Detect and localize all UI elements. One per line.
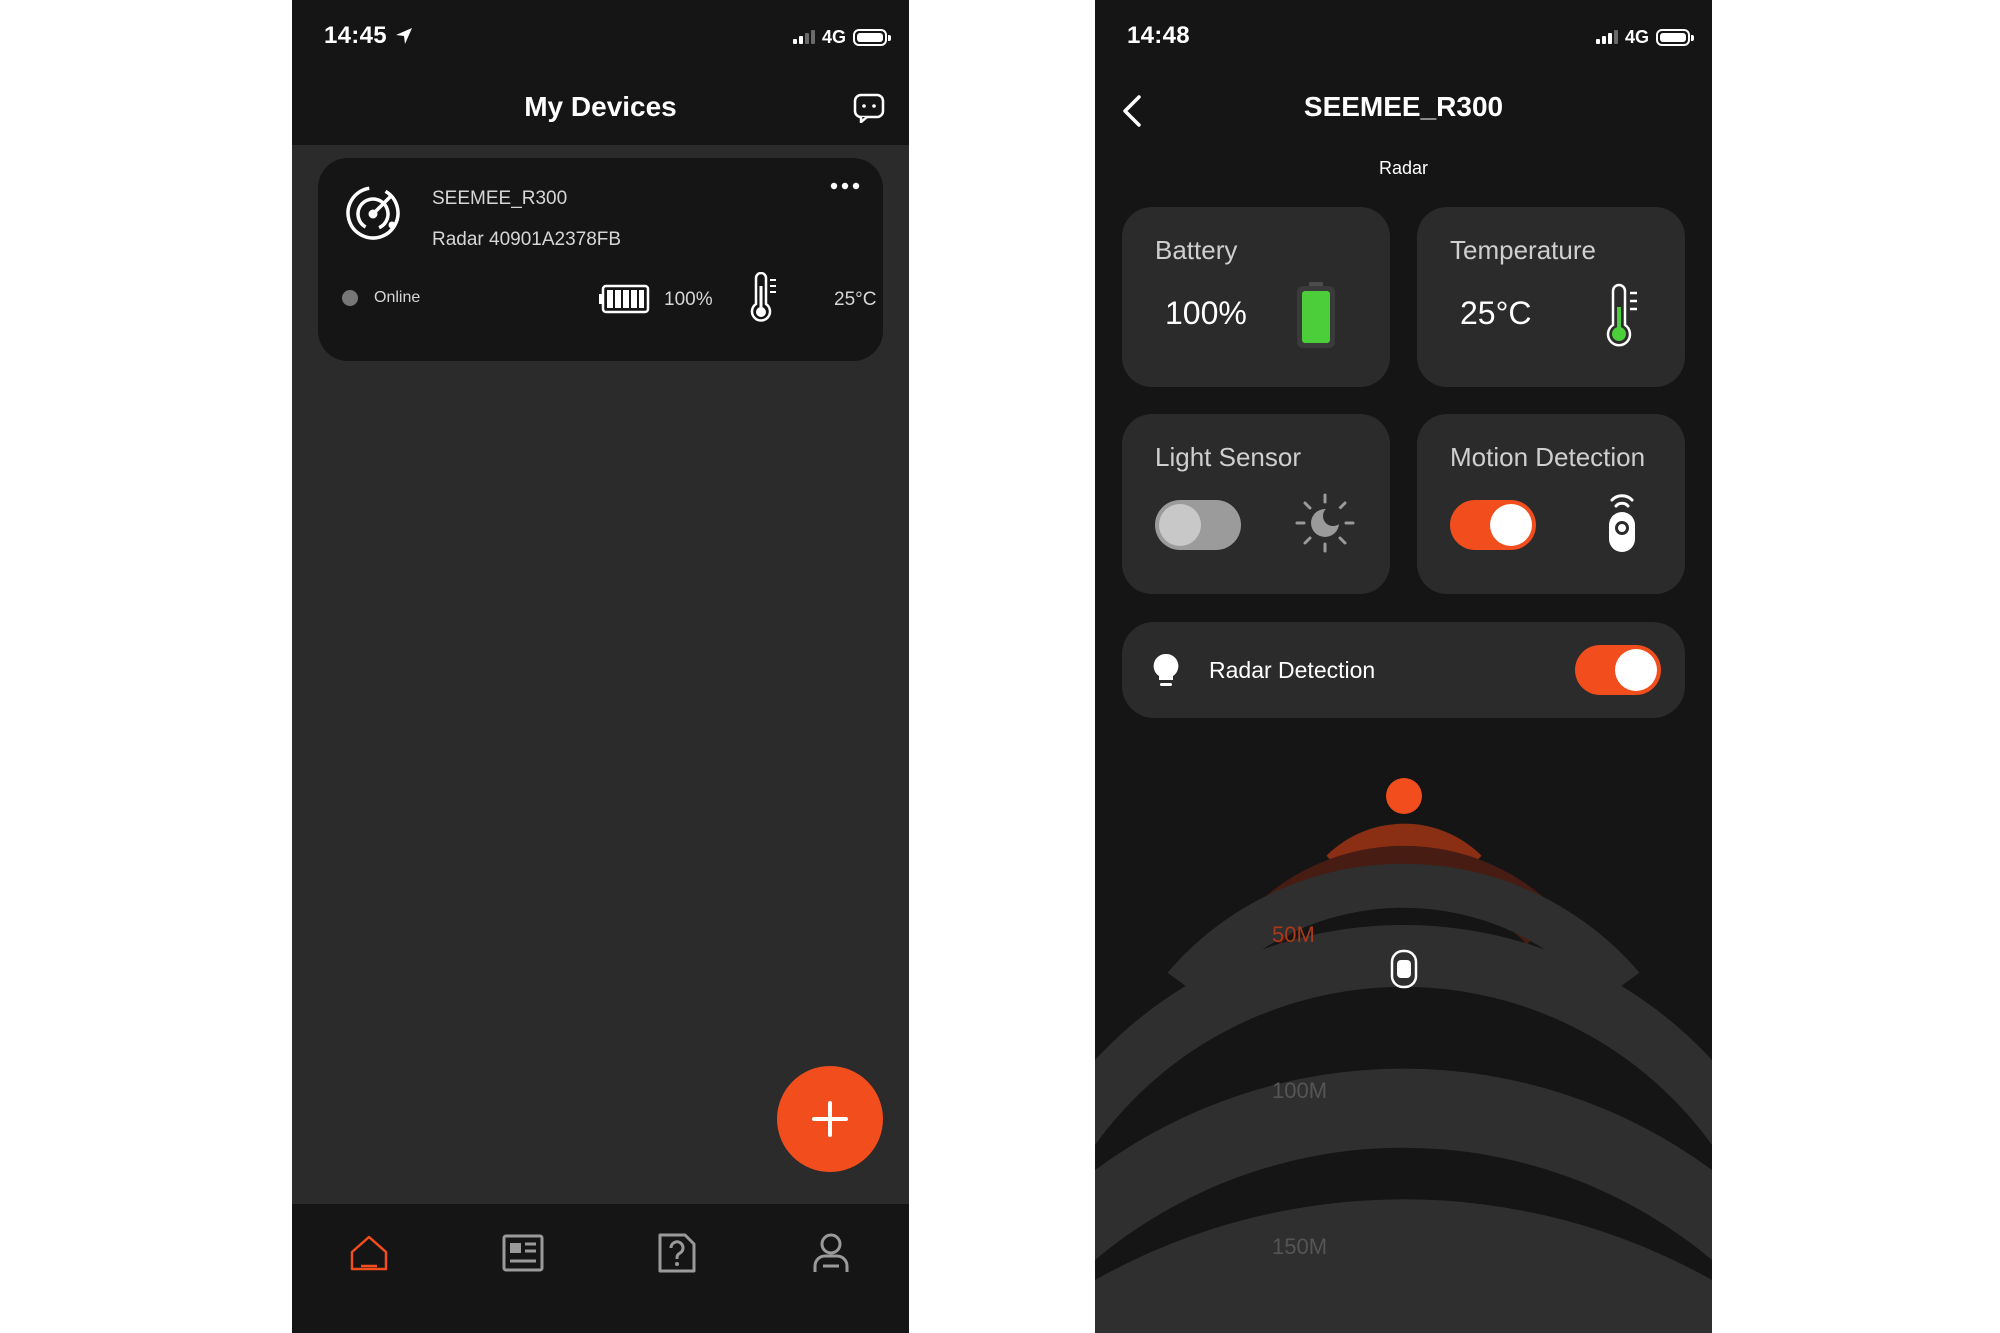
tab-home[interactable] [344,1228,394,1278]
battery-label: Battery [1155,235,1238,265]
day-night-icon [1295,493,1355,553]
thermometer-icon [750,272,776,322]
add-device-button[interactable] [777,1066,883,1172]
location-arrow-icon [396,28,412,44]
header-bar: My Devices [292,75,909,145]
radar-detection-toggle[interactable] [1575,645,1661,695]
my-devices-screen: 14:45 4G My Devices SEEMEE_R300 Radar 40… [292,0,909,1333]
network-status: 4G [792,26,891,48]
help-icon [658,1233,696,1273]
radar-arc-150m [1095,1199,1712,1333]
radar-detection-label: Radar Detection [1209,657,1376,683]
radar-device-icon [346,186,400,240]
signal-icon [1595,30,1618,44]
network-type: 4G [821,26,846,47]
thermometer-icon [1606,283,1637,347]
page-title: SEEMEE_R300 [1303,91,1504,122]
signal-icon [792,30,815,44]
device-detail-screen: 14:48 4G SEEMEE_R300 Radar Battery 100% … [1095,0,1712,1333]
network-type: 4G [1624,26,1649,47]
radar-range-visual: 50M 100M 150M [1095,778,1712,1333]
message-icon[interactable] [853,93,885,123]
temperature-label: Temperature [1450,235,1596,265]
range-label-150m: 150M [1272,1234,1327,1259]
status-bar: 14:48 4G [1095,0,1712,75]
profile-icon [813,1233,849,1272]
temperature-tile: Temperature 25°C [1417,207,1685,387]
header-bar: SEEMEE_R300 [1095,75,1712,145]
radar-detection-row: Radar Detection [1122,622,1685,718]
bottom-tab-bar [292,1204,909,1333]
battery-value: 100% [1165,295,1247,331]
device-name: SEEMEE_R300 [432,188,568,209]
plus-icon [812,1101,848,1137]
battery-value: 100% [664,289,713,310]
status-battery-icon [1656,28,1694,46]
temperature-value: 25°C [834,289,877,310]
light-sensor-toggle[interactable] [1155,500,1241,550]
device-card[interactable]: SEEMEE_R300 Radar 40901A2378FB Online 10… [318,158,883,361]
status-battery-icon [853,28,891,46]
online-status-dot [342,290,358,306]
range-label-100m: 100M [1272,1078,1327,1103]
range-label-50m: 50M [1272,922,1315,947]
battery-tile: Battery 100% [1122,207,1390,387]
status-time: 14:45 [324,22,387,49]
status-time: 14:48 [1127,22,1190,49]
tab-news[interactable] [498,1228,548,1278]
page-subtitle: Radar [1378,158,1429,178]
tab-help[interactable] [652,1228,702,1278]
temperature-value: 25°C [1460,295,1532,331]
light-bulb-icon [1153,653,1179,686]
online-status-label: Online [374,289,421,306]
page-title: My Devices [524,91,677,122]
light-sensor-label: Light Sensor [1155,442,1301,472]
battery-level-icon [1297,282,1335,348]
network-status: 4G [1595,26,1694,48]
more-options-icon[interactable] [827,176,863,196]
tab-profile[interactable] [806,1228,856,1278]
motion-detection-tile: Motion Detection [1417,414,1685,594]
light-sensor-tile: Light Sensor [1122,414,1390,594]
motion-detection-label: Motion Detection [1450,442,1646,472]
home-icon [350,1235,388,1271]
status-bar: 14:45 4G [292,0,909,75]
motion-detection-toggle[interactable] [1450,500,1536,550]
radar-center-dot [1386,778,1422,814]
news-icon [502,1234,544,1272]
device-id: Radar 40901A2378FB [432,229,622,250]
motion-sensor-icon [1609,494,1635,552]
battery-icon [599,284,650,314]
